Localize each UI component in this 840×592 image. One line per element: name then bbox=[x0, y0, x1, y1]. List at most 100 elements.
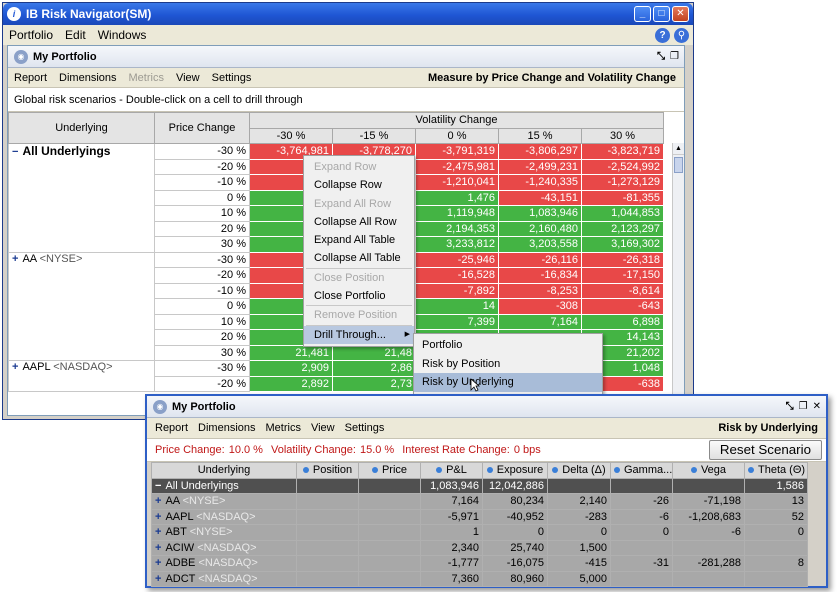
risk-cell[interactable]: 0 bbox=[744, 524, 808, 541]
underlying-cell[interactable]: + ADBE <NASDAQ> bbox=[151, 555, 297, 572]
risk-cell[interactable]: 25,740 bbox=[482, 539, 548, 556]
expand-icon[interactable]: + bbox=[155, 511, 161, 523]
expand-icon[interactable]: + bbox=[12, 253, 18, 265]
underlying-cell[interactable]: − All Underlyings bbox=[8, 143, 155, 253]
vol-col-header[interactable]: -15 % bbox=[332, 127, 416, 144]
context-menu-item[interactable]: Drill Through... ▶ bbox=[304, 325, 414, 344]
menu-metrics[interactable]: Metrics bbox=[129, 72, 164, 84]
risk-cell[interactable]: -71,198 bbox=[672, 493, 745, 510]
risk-cell[interactable]: 2,140 bbox=[547, 493, 611, 510]
expand-icon[interactable]: + bbox=[155, 526, 161, 538]
column-header[interactable]: Exposure bbox=[482, 462, 548, 479]
expand-icon[interactable]: + bbox=[155, 542, 161, 554]
risk-cell[interactable]: 2,340 bbox=[420, 539, 483, 556]
risk-cell[interactable]: -1,777 bbox=[420, 555, 483, 572]
table-row[interactable]: + ABT <NYSE> 1 0 0 0 -6 0 bbox=[151, 524, 808, 541]
risk-cell[interactable]: -6 bbox=[672, 524, 745, 541]
scenario-cell[interactable]: 1,119,948 bbox=[415, 205, 499, 222]
risk-cell[interactable]: -26 bbox=[610, 493, 673, 510]
risk-cell[interactable]: -40,952 bbox=[482, 508, 548, 525]
scenario-cell[interactable]: 1,476 bbox=[415, 189, 499, 206]
scenario-cell[interactable]: -16,834 bbox=[498, 267, 582, 284]
risk-cell[interactable] bbox=[296, 524, 359, 541]
risk-cell[interactable] bbox=[610, 539, 673, 556]
restore-icon[interactable]: ❐ bbox=[670, 51, 679, 62]
scenario-cell[interactable]: 2,160,480 bbox=[498, 220, 582, 237]
menu-dimensions[interactable]: Dimensions bbox=[198, 422, 255, 434]
risk-cell[interactable] bbox=[358, 477, 421, 494]
risk-cell[interactable]: 7,164 bbox=[420, 493, 483, 510]
context-menu-item[interactable]: Close Portfolio bbox=[304, 287, 414, 305]
risk-cell[interactable]: 12,042,886 bbox=[482, 477, 548, 494]
scenario-cell[interactable]: 1,083,946 bbox=[498, 205, 582, 222]
scenario-cell[interactable]: 1,044,853 bbox=[580, 205, 665, 222]
undock-icon[interactable]: ⤡ bbox=[657, 51, 665, 62]
risk-cell[interactable]: 1,083,946 bbox=[420, 477, 483, 494]
scenario-cell[interactable]: 3,203,558 bbox=[498, 236, 582, 253]
column-header[interactable]: P&L bbox=[420, 462, 483, 479]
title-bar[interactable]: i IB Risk Navigator(SM) _ □ ✕ bbox=[3, 3, 693, 25]
help-icon[interactable]: ? bbox=[655, 27, 670, 43]
submenu-item[interactable]: Risk by Underlying bbox=[414, 373, 602, 392]
scenario-cell[interactable]: -2,499,231 bbox=[498, 158, 582, 175]
risk-cell[interactable] bbox=[672, 477, 745, 494]
scenario-cell[interactable]: -17,150 bbox=[580, 267, 665, 284]
risk-cell[interactable] bbox=[358, 555, 421, 572]
context-menu-item[interactable]: Collapse Row bbox=[304, 176, 414, 194]
underlying-cell[interactable]: + AAPL <NASDAQ> bbox=[151, 508, 297, 525]
scenario-cell[interactable]: -25,946 bbox=[415, 251, 499, 268]
underlying-cell[interactable]: + ABT <NYSE> bbox=[151, 524, 297, 541]
scenario-cell[interactable]: 2,194,353 bbox=[415, 220, 499, 237]
risk-cell[interactable]: -5,971 bbox=[420, 508, 483, 525]
scenario-cell[interactable]: 7,399 bbox=[415, 313, 499, 330]
risk-cell[interactable] bbox=[610, 477, 673, 494]
underlying-cell[interactable]: + ADCT <NASDAQ> bbox=[151, 570, 297, 587]
risk-cell[interactable]: 1 bbox=[420, 524, 483, 541]
column-header[interactable]: Position bbox=[296, 462, 359, 479]
risk-cell[interactable] bbox=[296, 539, 359, 556]
risk-cell[interactable]: 0 bbox=[482, 524, 548, 541]
risk-cell[interactable] bbox=[672, 570, 745, 587]
risk-cell[interactable]: 1,500 bbox=[547, 539, 611, 556]
risk-cell[interactable]: -1,208,683 bbox=[672, 508, 745, 525]
scenario-cell[interactable]: -43,151 bbox=[498, 189, 582, 206]
menu-report[interactable]: Report bbox=[14, 72, 47, 84]
menu-view[interactable]: View bbox=[176, 72, 200, 84]
collapse-icon[interactable]: − bbox=[12, 146, 18, 158]
scenario-cell[interactable]: -643 bbox=[580, 298, 665, 315]
risk-cell[interactable]: 52 bbox=[744, 508, 808, 525]
table-row[interactable]: + ADBE <NASDAQ> -1,777 -16,075 -415 -31 -281,2… bbox=[151, 555, 808, 572]
pin-icon[interactable]: ⚲ bbox=[674, 27, 689, 43]
column-header[interactable]: Theta (Θ) bbox=[744, 462, 808, 479]
risk-cell[interactable]: 80,960 bbox=[482, 570, 548, 587]
risk-cell[interactable]: 5,000 bbox=[547, 570, 611, 587]
close-icon[interactable]: ✕ bbox=[813, 401, 821, 412]
submenu-item[interactable]: Risk by Position bbox=[414, 355, 602, 374]
risk-cell[interactable]: 0 bbox=[547, 524, 611, 541]
undock-icon[interactable]: ⤡ bbox=[786, 401, 794, 412]
scenario-cell[interactable]: -26,116 bbox=[498, 251, 582, 268]
restore-icon[interactable]: ❐ bbox=[799, 401, 808, 412]
risk-cell[interactable] bbox=[672, 539, 745, 556]
menu-windows[interactable]: Windows bbox=[98, 28, 147, 42]
scenario-cell[interactable]: -7,892 bbox=[415, 282, 499, 299]
vol-col-header[interactable]: 0 % bbox=[415, 127, 499, 144]
scenario-cell[interactable]: 6,898 bbox=[580, 313, 665, 330]
risk-cell[interactable] bbox=[358, 570, 421, 587]
risk-cell[interactable] bbox=[610, 570, 673, 587]
menu-report[interactable]: Report bbox=[155, 422, 188, 434]
column-header[interactable]: Delta (Δ) bbox=[547, 462, 611, 479]
risk-cell[interactable] bbox=[358, 493, 421, 510]
risk-cell[interactable] bbox=[744, 539, 808, 556]
scenario-cell[interactable]: 7,164 bbox=[498, 313, 582, 330]
vol-col-header[interactable]: -30 % bbox=[249, 127, 333, 144]
menu-dimensions[interactable]: Dimensions bbox=[59, 72, 116, 84]
price-change-header[interactable]: Price Change bbox=[154, 112, 250, 144]
risk-cell[interactable]: 1,586 bbox=[744, 477, 808, 494]
vol-col-header[interactable]: 30 % bbox=[580, 127, 665, 144]
risk-cell[interactable] bbox=[296, 570, 359, 587]
underlying-cell[interactable]: + AAPL <NASDAQ> bbox=[8, 360, 155, 392]
column-header[interactable]: Gamma... bbox=[610, 462, 673, 479]
scenario-cell[interactable]: 21,48 bbox=[332, 344, 416, 361]
scenario-cell[interactable]: -1,240,335 bbox=[498, 174, 582, 191]
